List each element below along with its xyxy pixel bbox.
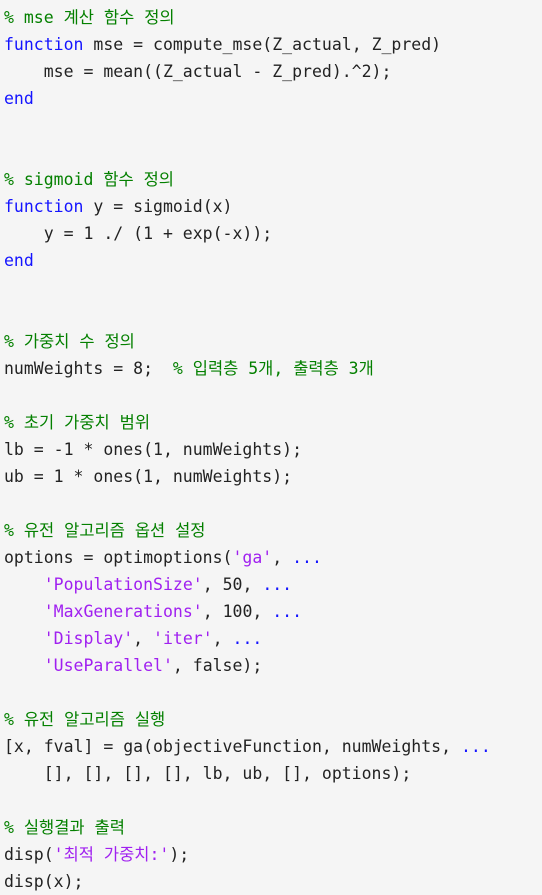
code-line: [], [], [], [], lb, ub, [], options); <box>4 760 542 787</box>
token-cont: ... <box>262 575 293 594</box>
code-line: % 실행결과 출력 <box>4 814 542 841</box>
token-plain: y = 1 ./ (1 + exp(-x)); <box>4 224 273 243</box>
code-line: 'Display', 'iter', ... <box>4 625 542 652</box>
code-line: end <box>4 247 542 274</box>
token-plain: , <box>272 548 293 567</box>
token-string: 'iter' <box>153 629 213 648</box>
token-keyword: end <box>4 89 34 108</box>
code-line: function mse = compute_mse(Z_actual, Z_p… <box>4 31 542 58</box>
token-string: '최적 가중치:' <box>53 845 170 864</box>
code-line: ub = 1 * ones(1, numWeights); <box>4 463 542 490</box>
token-cont: ... <box>272 602 303 621</box>
token-comment: % mse 계산 함수 정의 <box>4 8 175 27</box>
token-cont: ... <box>460 737 491 756</box>
token-plain: , 50, <box>202 575 263 594</box>
code-line: disp(x); <box>4 868 542 895</box>
token-comment: % 실행결과 출력 <box>4 818 125 837</box>
token-plain: , false); <box>172 656 263 675</box>
token-string: 'UseParallel' <box>43 656 173 675</box>
code-line: [x, fval] = ga(objectiveFunction, numWei… <box>4 733 542 760</box>
code-line: numWeights = 8; % 입력층 5개, 출력층 3개 <box>4 355 542 382</box>
token-plain: [x, fval] = ga(objectiveFunction, numWei… <box>4 737 461 756</box>
token-cont: ... <box>292 548 322 567</box>
token-string: 'ga' <box>232 548 273 567</box>
code-line: function y = sigmoid(x) <box>4 193 542 220</box>
token-plain: y = sigmoid(x) <box>83 197 233 216</box>
token-cont: ... <box>232 629 263 648</box>
code-line: % sigmoid 함수 정의 <box>4 166 542 193</box>
token-plain: options = optimoptions( <box>4 548 233 567</box>
code-line: 'UseParallel', false); <box>4 652 542 679</box>
token-comment: % 유전 알고리즘 옵션 설정 <box>4 521 206 540</box>
token-comment: % 초기 가중치 범위 <box>4 413 150 432</box>
token-plain: mse = compute_mse(Z_actual, Z_pred) <box>83 35 442 54</box>
code-line: options = optimoptions('ga', ... <box>4 544 542 571</box>
token-string: 'Display' <box>43 629 134 648</box>
token-plain: numWeights = 8; <box>4 359 173 378</box>
token-plain: disp(x); <box>4 872 84 891</box>
token-plain: , <box>212 629 233 648</box>
code-line: % 가중치 수 정의 <box>4 328 542 355</box>
token-comment: % 유전 알고리즘 실행 <box>4 710 166 729</box>
token-comment: % 가중치 수 정의 <box>4 332 135 351</box>
code-line: % 유전 알고리즘 실행 <box>4 706 542 733</box>
token-plain: ub = 1 * ones(1, numWeights); <box>4 467 293 486</box>
token-plain: ); <box>169 845 190 864</box>
code-line: disp('최적 가중치:'); <box>4 841 542 868</box>
token-keyword: end <box>4 251 34 270</box>
code-line: mse = mean((Z_actual - Z_pred).^2); <box>4 58 542 85</box>
token-plain: , 100, <box>202 602 273 621</box>
code-line: % mse 계산 함수 정의 <box>4 4 542 31</box>
code-editor[interactable]: % mse 계산 함수 정의 function mse = compute_mse… <box>0 0 542 891</box>
token-keyword: function <box>4 197 84 216</box>
code-line: % 초기 가중치 범위 <box>4 409 542 436</box>
token-plain: [], [], [], [], lb, ub, [], options); <box>4 764 412 783</box>
token-keyword: function <box>4 35 84 54</box>
token-plain: mse = mean((Z_actual - Z_pred).^2); <box>4 62 392 81</box>
code-line: y = 1 ./ (1 + exp(-x)); <box>4 220 542 247</box>
token-string: 'MaxGenerations' <box>43 602 203 621</box>
token-comment: % 입력층 5개, 출력층 3개 <box>172 359 374 378</box>
code-line: 'PopulationSize', 50, ... <box>4 571 542 598</box>
code-line: 'MaxGenerations', 100, ... <box>4 598 542 625</box>
token-string: 'PopulationSize' <box>43 575 203 594</box>
token-comment: % sigmoid 함수 정의 <box>4 170 174 189</box>
token-plain: lb = -1 * ones(1, numWeights); <box>4 440 303 459</box>
code-line: end <box>4 85 542 112</box>
token-plain: disp( <box>4 845 54 864</box>
code-line: lb = -1 * ones(1, numWeights); <box>4 436 542 463</box>
token-plain: , <box>133 629 154 648</box>
code-line: % 유전 알고리즘 옵션 설정 <box>4 517 542 544</box>
